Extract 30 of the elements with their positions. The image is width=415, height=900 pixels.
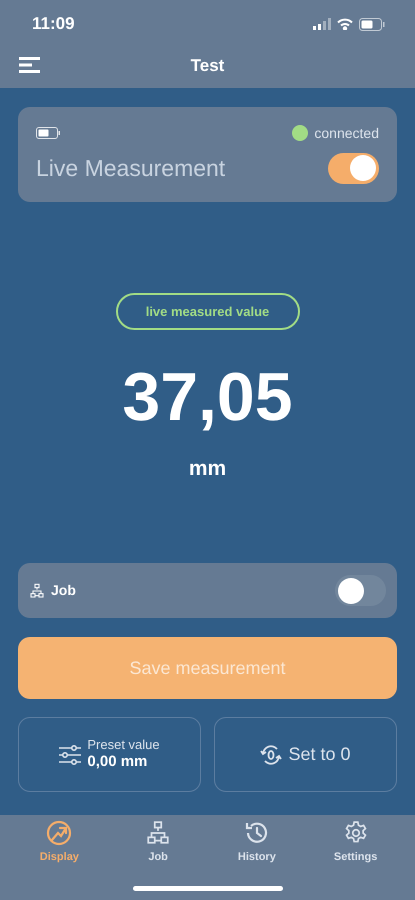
sliders-icon (59, 744, 82, 764)
preset-label: Preset value (87, 737, 160, 754)
history-icon (244, 820, 270, 846)
wifi-icon (337, 18, 353, 30)
live-value-badge: live measured value (116, 293, 300, 330)
tab-item[interactable]: Job (108, 820, 208, 866)
measured-value: 37,05 (122, 363, 293, 431)
set-to-zero-button[interactable]: Set to 0 (214, 717, 397, 792)
menu-icon (19, 57, 40, 73)
job-label: Job (51, 581, 76, 600)
tab-item[interactable]: Settings (306, 820, 405, 866)
gauge-icon (46, 820, 72, 846)
preset-value: 0,00 mm (87, 753, 148, 772)
tab-item[interactable]: History (208, 820, 306, 866)
battery-icon (36, 127, 60, 139)
preset-value-button[interactable]: Preset value 0,00 mm (18, 717, 201, 792)
live-measurement-label: Live Measurement (36, 154, 226, 183)
hierarchy-icon (29, 582, 45, 598)
toggle-switch[interactable] (335, 575, 386, 606)
tab-item[interactable]: Display (10, 820, 109, 866)
reset-icon (260, 744, 282, 766)
signal-icon (313, 18, 331, 30)
menu-button[interactable] (19, 57, 40, 73)
toggle-switch[interactable] (328, 152, 379, 184)
unit-label: mm (188, 456, 226, 482)
page-title: Test (190, 55, 224, 78)
hierarchy-icon (145, 820, 172, 846)
battery-icon (359, 18, 385, 30)
connection-status: connected (314, 124, 379, 142)
status-time: 11:09 (32, 13, 75, 36)
